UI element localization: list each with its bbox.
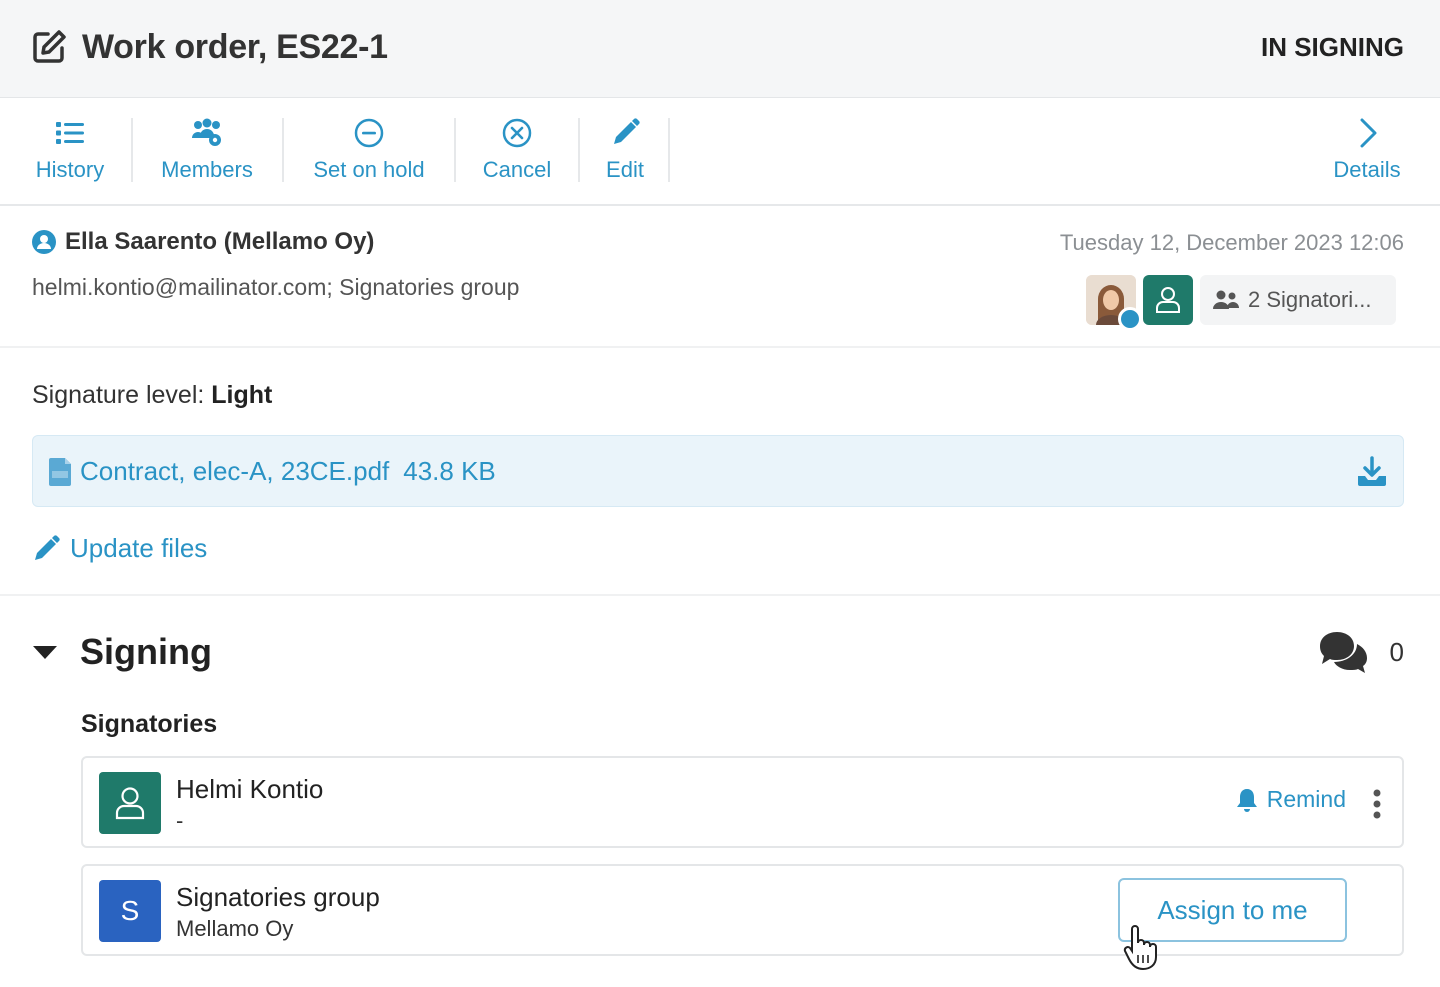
cancel-label: Cancel <box>482 157 552 182</box>
update-files-label: Update files <box>70 532 208 563</box>
signatories-chip[interactable]: 2 Signatori... <box>1200 275 1396 325</box>
list-icon <box>56 122 84 144</box>
edit-document-icon <box>33 30 66 63</box>
action-toolbar: History Members Set on hold Cancel Edit <box>0 98 1440 206</box>
signing-title: Signing <box>80 631 212 672</box>
details-button[interactable]: Details <box>1326 98 1408 206</box>
recipients-list: helmi.kontio@mailinator.com; Signatories… <box>32 274 520 300</box>
user-outline-icon <box>115 787 145 820</box>
edit-button[interactable]: Edit <box>600 98 650 206</box>
user-badge-icon <box>1118 307 1142 331</box>
comments-icon <box>1319 632 1367 673</box>
more-options-icon[interactable] <box>1370 788 1384 820</box>
signatory-card: Helmi Kontio - Remind <box>81 756 1404 848</box>
avatar[interactable] <box>1086 275 1142 331</box>
signatory-subtitle: Mellamo Oy <box>176 916 294 941</box>
set-on-hold-button[interactable]: Set on hold <box>305 98 433 206</box>
toolbar-divider <box>454 118 456 182</box>
toolbar-divider <box>668 118 670 182</box>
section-divider <box>0 594 1440 596</box>
page-header: Work order, ES22-1 IN SIGNING <box>0 0 1440 98</box>
user-outline-icon <box>1156 287 1180 313</box>
toolbar-divider <box>578 118 580 182</box>
toolbar-divider <box>131 118 133 182</box>
members-label: Members <box>161 157 253 182</box>
update-files-link[interactable]: Update files <box>32 530 207 566</box>
minus-circle-icon <box>354 118 384 148</box>
history-label: History <box>35 157 105 182</box>
details-label: Details <box>1333 157 1401 182</box>
page-title: Work order, ES22-1 <box>82 28 388 66</box>
signatory-card: S Signatories group Mellamo Oy Assign to… <box>81 864 1404 956</box>
remind-button[interactable]: Remind <box>1235 786 1346 813</box>
signature-level: Signature level: Light <box>32 381 272 410</box>
history-button[interactable]: History <box>30 98 110 206</box>
avatar: S <box>99 880 161 942</box>
chevron-right-icon <box>1360 118 1377 148</box>
status-badge: IN SIGNING <box>1260 32 1404 62</box>
signature-level-label: Signature level: <box>32 381 212 409</box>
caret-down-icon <box>33 646 57 659</box>
users-icon <box>1213 290 1239 309</box>
signatory-name: Signatories group <box>176 882 380 912</box>
file-link[interactable]: Contract, elec-A, 23CE.pdf 43.8 KB <box>80 456 496 487</box>
file-name: Contract, elec-A, 23CE.pdf <box>80 456 390 486</box>
pencil-icon <box>35 535 60 560</box>
comments-button[interactable]: 0 <box>1316 628 1404 676</box>
remind-label: Remind <box>1266 786 1346 812</box>
download-icon[interactable] <box>1355 456 1389 488</box>
sent-date: Tuesday 12, December 2023 12:06 <box>1059 230 1404 255</box>
pdf-file-icon <box>49 458 71 486</box>
signatories-heading: Signatories <box>81 710 218 738</box>
pencil-icon <box>614 118 640 144</box>
file-attachment[interactable]: Contract, elec-A, 23CE.pdf 43.8 KB <box>32 435 1404 507</box>
users-gear-icon <box>192 118 221 146</box>
signatories-chip-label: 2 Signatori... <box>1248 287 1372 312</box>
sender-info: Ella Saarento (Mellamo Oy) Tuesday 12, D… <box>0 206 1440 348</box>
signatory-name: Helmi Kontio <box>176 774 324 804</box>
avatar <box>99 772 161 834</box>
assign-to-me-button[interactable]: Assign to me <box>1118 878 1347 942</box>
cancel-button[interactable]: Cancel <box>478 98 556 206</box>
signature-level-value: Light <box>211 381 273 409</box>
signatory-subtitle: - <box>176 808 184 833</box>
avatar[interactable] <box>1143 275 1193 325</box>
edit-label: Edit <box>606 157 644 182</box>
comment-count: 0 <box>1389 636 1404 667</box>
members-button[interactable]: Members <box>154 98 260 206</box>
close-circle-icon <box>502 118 532 148</box>
user-circle-icon <box>32 230 56 254</box>
toolbar-divider <box>282 118 284 182</box>
sender-name: Ella Saarento (Mellamo Oy) <box>65 228 375 255</box>
bell-icon <box>1236 788 1257 812</box>
file-size: 43.8 KB <box>403 456 496 486</box>
signing-section-toggle[interactable]: Signing <box>32 628 212 676</box>
set-on-hold-label: Set on hold <box>313 157 425 182</box>
